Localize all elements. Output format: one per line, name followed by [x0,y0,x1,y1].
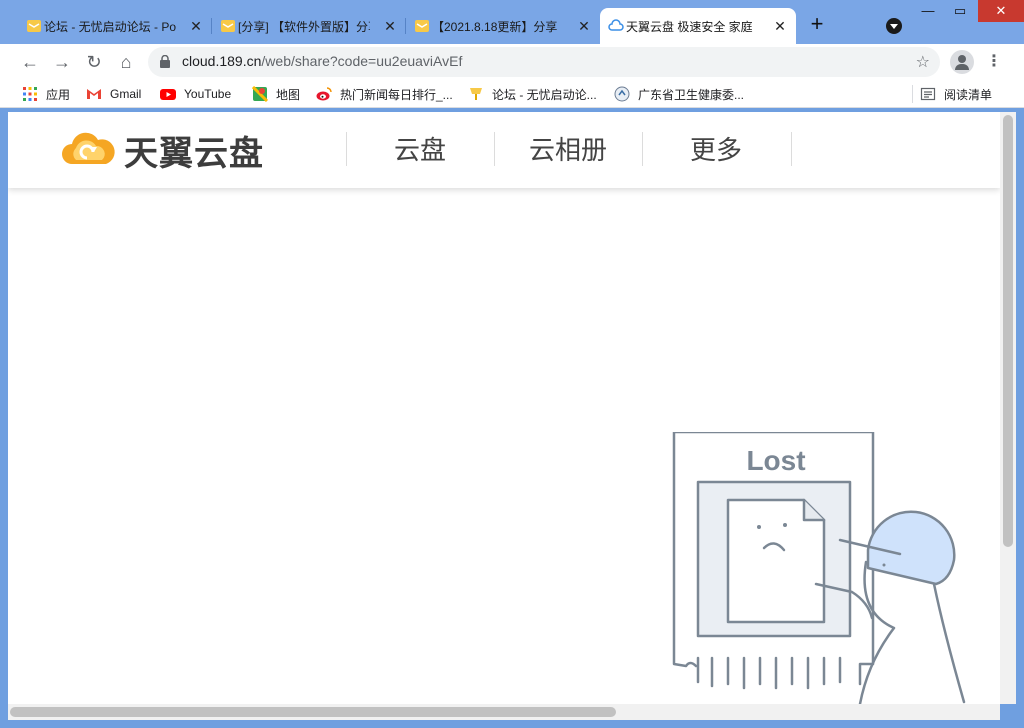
youtube-icon [160,89,176,100]
health-icon [614,86,630,102]
lock-icon [160,55,170,68]
nav-item-more[interactable]: 更多 [642,132,790,168]
bookmark-youtube[interactable]: YouTube [160,85,231,103]
browser-tab[interactable]: [分享] 【软件外置版】分享 ✕ [212,8,406,44]
address-bar[interactable]: cloud.189.cn/web/share?code=uu2euaviAvEf… [148,47,940,77]
new-tab-button[interactable]: + [806,13,828,36]
bookmark-forum[interactable]: 论坛 - 无忧启动论... [468,85,597,103]
nav-item-cloud-drive[interactable]: 云盘 [346,132,494,168]
bookmark-gmail[interactable]: Gmail [86,85,141,103]
window-close-button[interactable]: ✕ [978,0,1024,22]
profile-avatar-icon[interactable] [950,50,974,74]
window-border-bottom [0,720,1024,728]
site-header: 天翼云盘 云盘 云相册 更多 [8,112,1000,188]
apps-grid-icon [23,87,37,101]
forum-icon [415,20,429,32]
lost-file-illustration: Lost [672,432,966,704]
forum-icon [470,88,482,100]
forward-arrow-icon[interactable]: → [50,50,74,74]
reading-list-button[interactable]: 阅读清单 [911,85,993,103]
close-tab-icon[interactable]: ✕ [188,18,204,34]
browser-tab[interactable]: 论坛 - 无忧启动论坛 - Po ✕ [18,8,212,44]
page-viewport: 天翼云盘 云盘 云相册 更多 Lost [8,112,1016,704]
bookmark-label: YouTube [184,87,232,101]
horizontal-scroll-thumb[interactable] [10,707,616,717]
bookmarks-bar: 应用 Gmail YouTube 地图 热门新闻每日排行_... 论坛 - 无忧… [0,80,1024,108]
cloud-icon [608,19,624,31]
close-tab-icon[interactable]: ✕ [772,18,788,34]
browser-tab[interactable]: 【2021.8.18更新】分享 ✕ [406,8,600,44]
reading-list-label: 阅读清单 [944,87,993,102]
bookmark-health[interactable]: 广东省卫生健康委... [614,85,744,103]
gmail-icon [87,89,101,99]
reading-list-icon [920,87,936,101]
bookmark-weibo[interactable]: 热门新闻每日排行_... [316,85,453,103]
close-tab-icon[interactable]: ✕ [382,18,398,34]
maps-icon [252,86,268,102]
nav-item-cloud-album[interactable]: 云相册 [494,132,642,168]
url-text: cloud.189.cn/web/share?code=uu2euaviAvEf [182,53,462,69]
forum-icon [27,20,41,32]
forum-icon [221,20,235,32]
window-border-right [1016,108,1024,728]
bookmark-apps[interactable]: 应用 [22,85,70,103]
bookmark-label: 热门新闻每日排行_... [340,87,453,102]
weibo-icon [316,87,332,101]
horizontal-scrollbar[interactable] [8,704,1000,720]
tab-title: 【2021.8.18更新】分享 [432,19,558,34]
tab-title: 论坛 - 无忧启动论坛 - Po [44,19,176,34]
cloud-logo-icon [62,132,115,164]
bookmark-label: 地图 [276,87,301,102]
browser-tab-active[interactable]: 天翼云盘 极速安全 家庭 ✕ [600,8,796,44]
close-tab-icon[interactable]: ✕ [576,18,592,34]
tab-title: [分享] 【软件外置版】分享 [238,19,370,34]
lost-sign-text: Lost [746,445,805,476]
back-arrow-icon[interactable]: ← [18,50,42,74]
tab-strip: 论坛 - 无忧启动论坛 - Po ✕ [分享] 【软件外置版】分享 ✕ 【202… [0,0,1024,44]
url-path: /web/share?code=uu2euaviAvEf [261,53,463,69]
bookmark-label: 应用 [46,87,71,102]
bookmark-label: 论坛 - 无忧启动论... [492,87,597,102]
logo-text: 天翼云盘 [124,133,264,174]
vertical-scroll-thumb[interactable] [1003,115,1013,547]
tab-title: 天翼云盘 极速安全 家庭 [626,19,753,34]
bookmark-label: Gmail [110,87,142,101]
bookmark-maps[interactable]: 地图 [252,85,300,103]
tab-search-icon[interactable] [886,18,902,34]
vertical-scrollbar[interactable] [1000,112,1016,704]
browser-toolbar: ← → ↻ ⌂ cloud.189.cn/web/share?code=uu2e… [0,44,1024,80]
bookmark-label: 广东省卫生健康委... [638,87,745,102]
bookmark-star-icon[interactable]: ☆ [916,52,930,72]
reload-icon[interactable]: ↻ [82,50,106,74]
maximize-button[interactable]: ▭ [944,0,976,22]
site-logo[interactable]: 天翼云盘 [60,130,275,174]
nav-divider [791,132,792,166]
home-icon[interactable]: ⌂ [114,50,138,74]
minimize-button[interactable]: — [912,0,944,22]
kebab-menu-icon[interactable]: ⋮ [984,50,1004,74]
url-host: cloud.189.cn [182,53,262,69]
window-border-left [0,108,8,728]
